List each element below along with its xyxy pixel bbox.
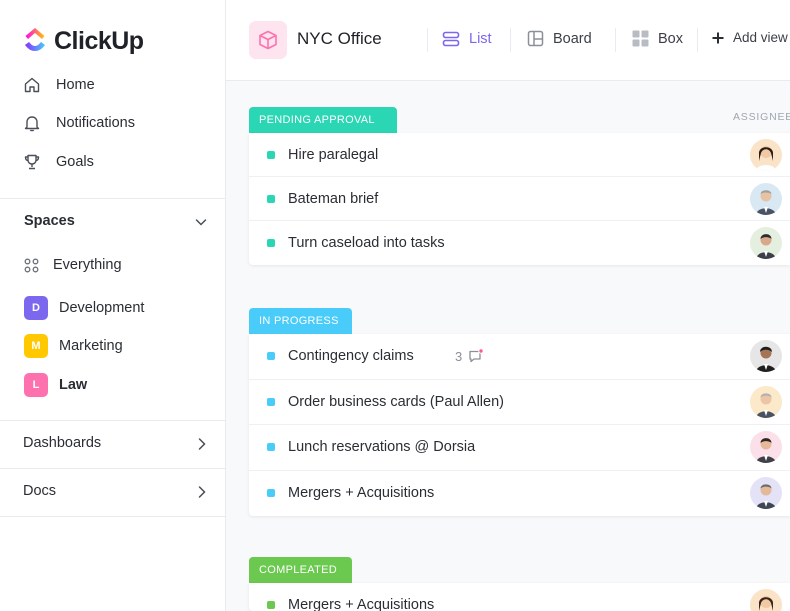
space-badge: D (24, 296, 48, 320)
space-badge: L (24, 373, 48, 397)
sidebar-item-dashboards[interactable]: Dashboards (23, 435, 101, 451)
sidebar-item-label: Marketing (59, 338, 123, 354)
comment-count-value: 3 (455, 348, 463, 364)
sidebar-item-home[interactable]: Home (23, 76, 95, 94)
sidebar-item-docs[interactable]: Docs (23, 483, 56, 499)
task-row[interactable]: Turn caseload into tasks (249, 221, 790, 265)
task-row[interactable]: Mergers + Acquisitions (249, 583, 790, 611)
sidebar-item-marketing[interactable]: M Marketing (24, 334, 123, 358)
assignee-avatar[interactable] (750, 182, 782, 215)
list-icon (442, 30, 460, 48)
status-dot[interactable] (267, 397, 275, 406)
status-dot[interactable] (267, 352, 275, 361)
sidebar-item-label: Goals (56, 154, 94, 170)
status-dot[interactable] (267, 150, 275, 159)
header-divider (615, 28, 616, 52)
tab-label: List (469, 31, 492, 47)
header-divider (510, 28, 511, 52)
assignee-column-header: ASSIGNEE (733, 111, 790, 123)
task-name[interactable]: Order business cards (Paul Allen) (288, 394, 504, 410)
task-name[interactable]: Lunch reservations @ Dorsia (288, 439, 475, 455)
page-title: NYC Office (297, 29, 382, 48)
task-name[interactable]: Bateman brief (288, 191, 378, 207)
sidebar-item-label: Everything (53, 257, 122, 273)
assignee-avatar[interactable] (750, 589, 782, 611)
grid-dots-icon (24, 258, 39, 273)
cube-icon (249, 21, 287, 59)
sidebar-item-label: Development (59, 300, 145, 316)
comment-count[interactable]: 3 (455, 348, 484, 364)
assignee-avatar[interactable] (750, 431, 782, 464)
trophy-icon (23, 153, 41, 171)
space-badge: M (24, 334, 48, 358)
sidebar: ClickUp Home Notifications Goals Spaces … (0, 0, 226, 611)
assignee-avatar[interactable] (750, 340, 782, 373)
sidebar-divider (0, 420, 225, 421)
app-window: ClickUp Home Notifications Goals Spaces … (0, 0, 790, 611)
assignee-avatar[interactable] (750, 138, 782, 171)
group-label-pending-approval[interactable]: PENDING APPROVAL (249, 107, 397, 133)
sidebar-item-everything[interactable]: Everything (24, 257, 122, 273)
status-dot[interactable] (267, 443, 275, 452)
brand-name: ClickUp (54, 27, 144, 55)
header-divider (697, 28, 698, 52)
sidebar-item-label: Notifications (56, 115, 135, 131)
tab-board[interactable]: Board (527, 30, 592, 47)
group-label-in-progress[interactable]: IN PROGRESS (249, 308, 352, 334)
box-icon (632, 30, 649, 47)
top-header: NYC Office List Board Box Add view (226, 0, 790, 81)
sidebar-divider (0, 468, 225, 469)
assignee-avatar[interactable] (750, 385, 782, 418)
task-row[interactable]: Bateman brief (249, 177, 790, 221)
task-group-pending-approval: Hire paralegal Bateman brief Turn caselo… (249, 133, 790, 265)
sidebar-item-label: Law (59, 377, 88, 393)
task-name[interactable]: Mergers + Acquisitions (288, 597, 434, 611)
sidebar-item-goals[interactable]: Goals (23, 153, 94, 171)
assignee-avatar[interactable] (750, 227, 782, 259)
task-group-compleated: Mergers + Acquisitions (249, 583, 790, 611)
tab-box[interactable]: Box (632, 30, 683, 47)
assignee-avatar[interactable] (750, 477, 782, 510)
tab-list[interactable]: List (442, 30, 492, 48)
bell-icon (23, 114, 41, 132)
board-icon (527, 30, 544, 47)
chevron-right-icon[interactable] (196, 436, 208, 457)
add-view-label: Add view (733, 30, 788, 45)
status-dot[interactable] (267, 601, 275, 609)
clickup-logo[interactable]: ClickUp (22, 25, 144, 58)
sidebar-item-label: Home (56, 77, 95, 93)
status-dot[interactable] (267, 239, 275, 247)
tab-label: Box (658, 30, 683, 47)
home-icon (23, 76, 41, 94)
task-row[interactable]: Mergers + Acquisitions (249, 471, 790, 517)
task-name[interactable]: Hire paralegal (288, 147, 378, 163)
comment-icon (468, 348, 484, 364)
sidebar-item-law[interactable]: L Law (24, 373, 87, 397)
sidebar-item-notifications[interactable]: Notifications (23, 114, 135, 132)
sidebar-divider (0, 516, 225, 517)
task-row[interactable]: Lunch reservations @ Dorsia (249, 425, 790, 471)
status-dot[interactable] (267, 489, 275, 498)
task-row[interactable]: Order business cards (Paul Allen) (249, 380, 790, 425)
task-list-area: ASSIGNEE PENDING APPROVAL Hire paralegal… (226, 81, 790, 611)
task-name[interactable]: Contingency claims (288, 348, 414, 364)
task-name[interactable]: Turn caseload into tasks (288, 235, 445, 251)
status-dot[interactable] (267, 194, 275, 203)
spaces-title: Spaces (24, 213, 75, 229)
clickup-logo-icon (22, 25, 48, 58)
header-divider (427, 28, 428, 52)
tab-label: Board (553, 30, 592, 47)
add-view-button[interactable]: Add view (712, 30, 788, 45)
task-name[interactable]: Mergers + Acquisitions (288, 485, 434, 501)
sidebar-item-development[interactable]: D Development (24, 296, 144, 320)
task-row[interactable]: Hire paralegal (249, 133, 790, 177)
chevron-down-icon[interactable] (193, 214, 209, 235)
sidebar-divider (0, 198, 225, 199)
task-row[interactable]: Contingency claims 3 (249, 334, 790, 380)
chevron-right-icon[interactable] (196, 484, 208, 505)
group-label-compleated[interactable]: COMPLEATED (249, 557, 352, 583)
task-group-in-progress: Contingency claims 3 Order business card… (249, 334, 790, 516)
plus-icon (712, 32, 724, 44)
